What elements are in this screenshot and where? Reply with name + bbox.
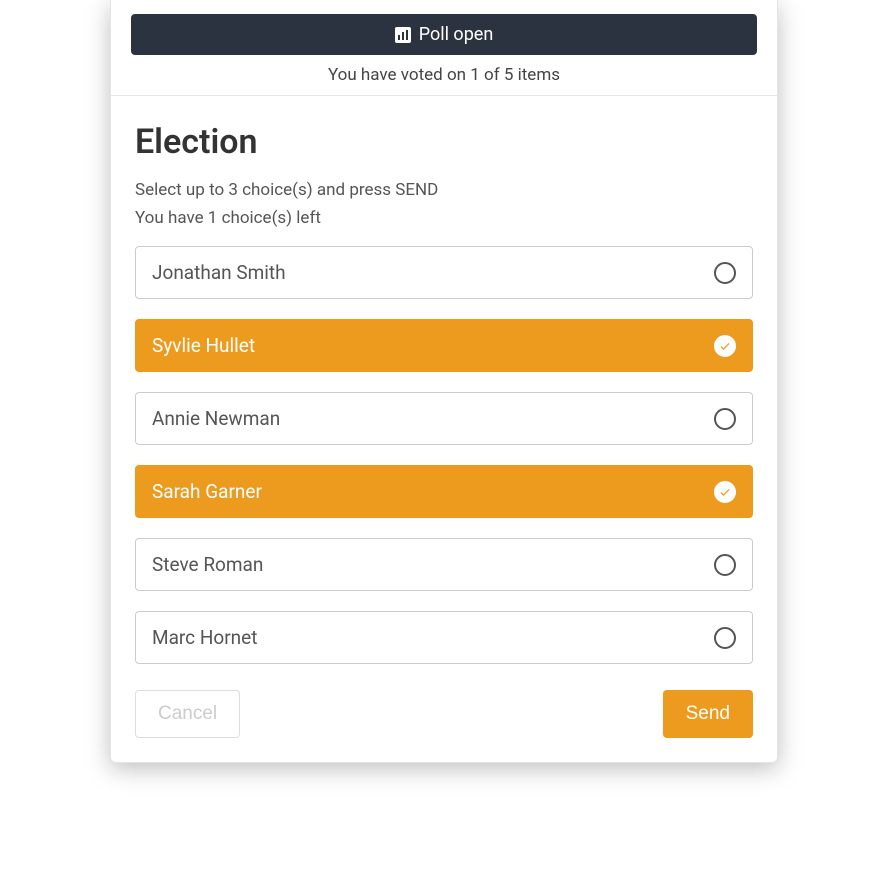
check-circle-icon: [714, 481, 736, 503]
option-label: Syvlie Hullet: [152, 334, 255, 357]
option-row[interactable]: Jonathan Smith: [135, 246, 753, 299]
card-header: Poll open You have voted on 1 of 5 items: [111, 0, 777, 96]
option-row[interactable]: Sarah Garner: [135, 465, 753, 518]
option-label: Marc Hornet: [152, 626, 257, 649]
option-label: Steve Roman: [152, 553, 263, 576]
options-list: Jonathan Smith Syvlie Hullet Annie Newman S…: [135, 246, 753, 664]
option-row[interactable]: Marc Hornet: [135, 611, 753, 664]
option-label: Annie Newman: [152, 407, 280, 430]
cancel-button[interactable]: Cancel: [135, 690, 240, 738]
send-button[interactable]: Send: [663, 690, 753, 738]
poll-status-text: Poll open: [419, 24, 494, 45]
option-label: Sarah Garner: [152, 480, 262, 503]
instructions-remaining: You have 1 choice(s) left: [135, 208, 753, 228]
card-footer: Cancel Send: [135, 690, 753, 738]
option-row[interactable]: Annie Newman: [135, 392, 753, 445]
poll-card: Poll open You have voted on 1 of 5 items…: [110, 0, 778, 763]
check-circle-icon: [714, 335, 736, 357]
option-row[interactable]: Steve Roman: [135, 538, 753, 591]
poll-status-bar: Poll open: [131, 14, 757, 55]
poll-title: Election: [135, 122, 753, 162]
instructions-primary: Select up to 3 choice(s) and press SEND: [135, 180, 753, 200]
voted-count-text: You have voted on 1 of 5 items: [131, 65, 757, 85]
radio-empty-icon: [714, 408, 736, 430]
card-body: Election Select up to 3 choice(s) and pr…: [111, 96, 777, 762]
radio-empty-icon: [714, 554, 736, 576]
option-label: Jonathan Smith: [152, 261, 286, 284]
radio-empty-icon: [714, 627, 736, 649]
bar-chart-icon: [395, 27, 411, 43]
option-row[interactable]: Syvlie Hullet: [135, 319, 753, 372]
radio-empty-icon: [714, 262, 736, 284]
